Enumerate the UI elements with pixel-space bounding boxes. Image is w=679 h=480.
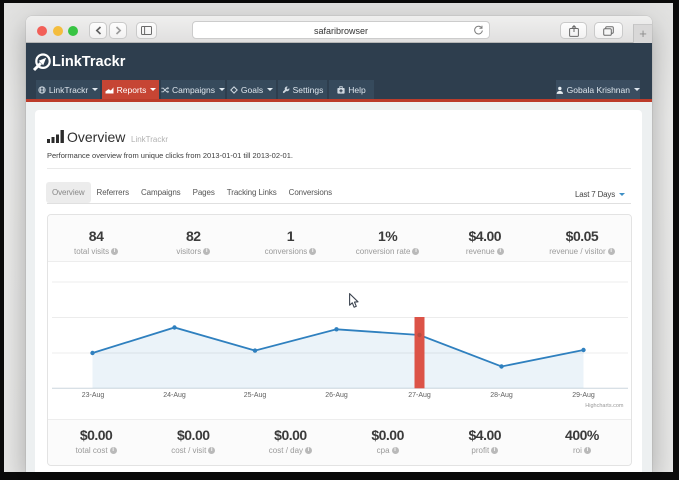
svg-text:27-Aug: 27-Aug [408,392,431,399]
svg-text:25-Aug: 25-Aug [243,392,266,399]
svg-text:29-Aug: 29-Aug [572,392,595,399]
svg-text:23-Aug: 23-Aug [81,392,104,399]
svg-text:26-Aug: 26-Aug [325,392,348,399]
svg-text:24-Aug: 24-Aug [163,392,186,399]
svg-text:Highcharts.com: Highcharts.com [585,403,624,409]
svg-text:28-Aug: 28-Aug [490,392,513,399]
